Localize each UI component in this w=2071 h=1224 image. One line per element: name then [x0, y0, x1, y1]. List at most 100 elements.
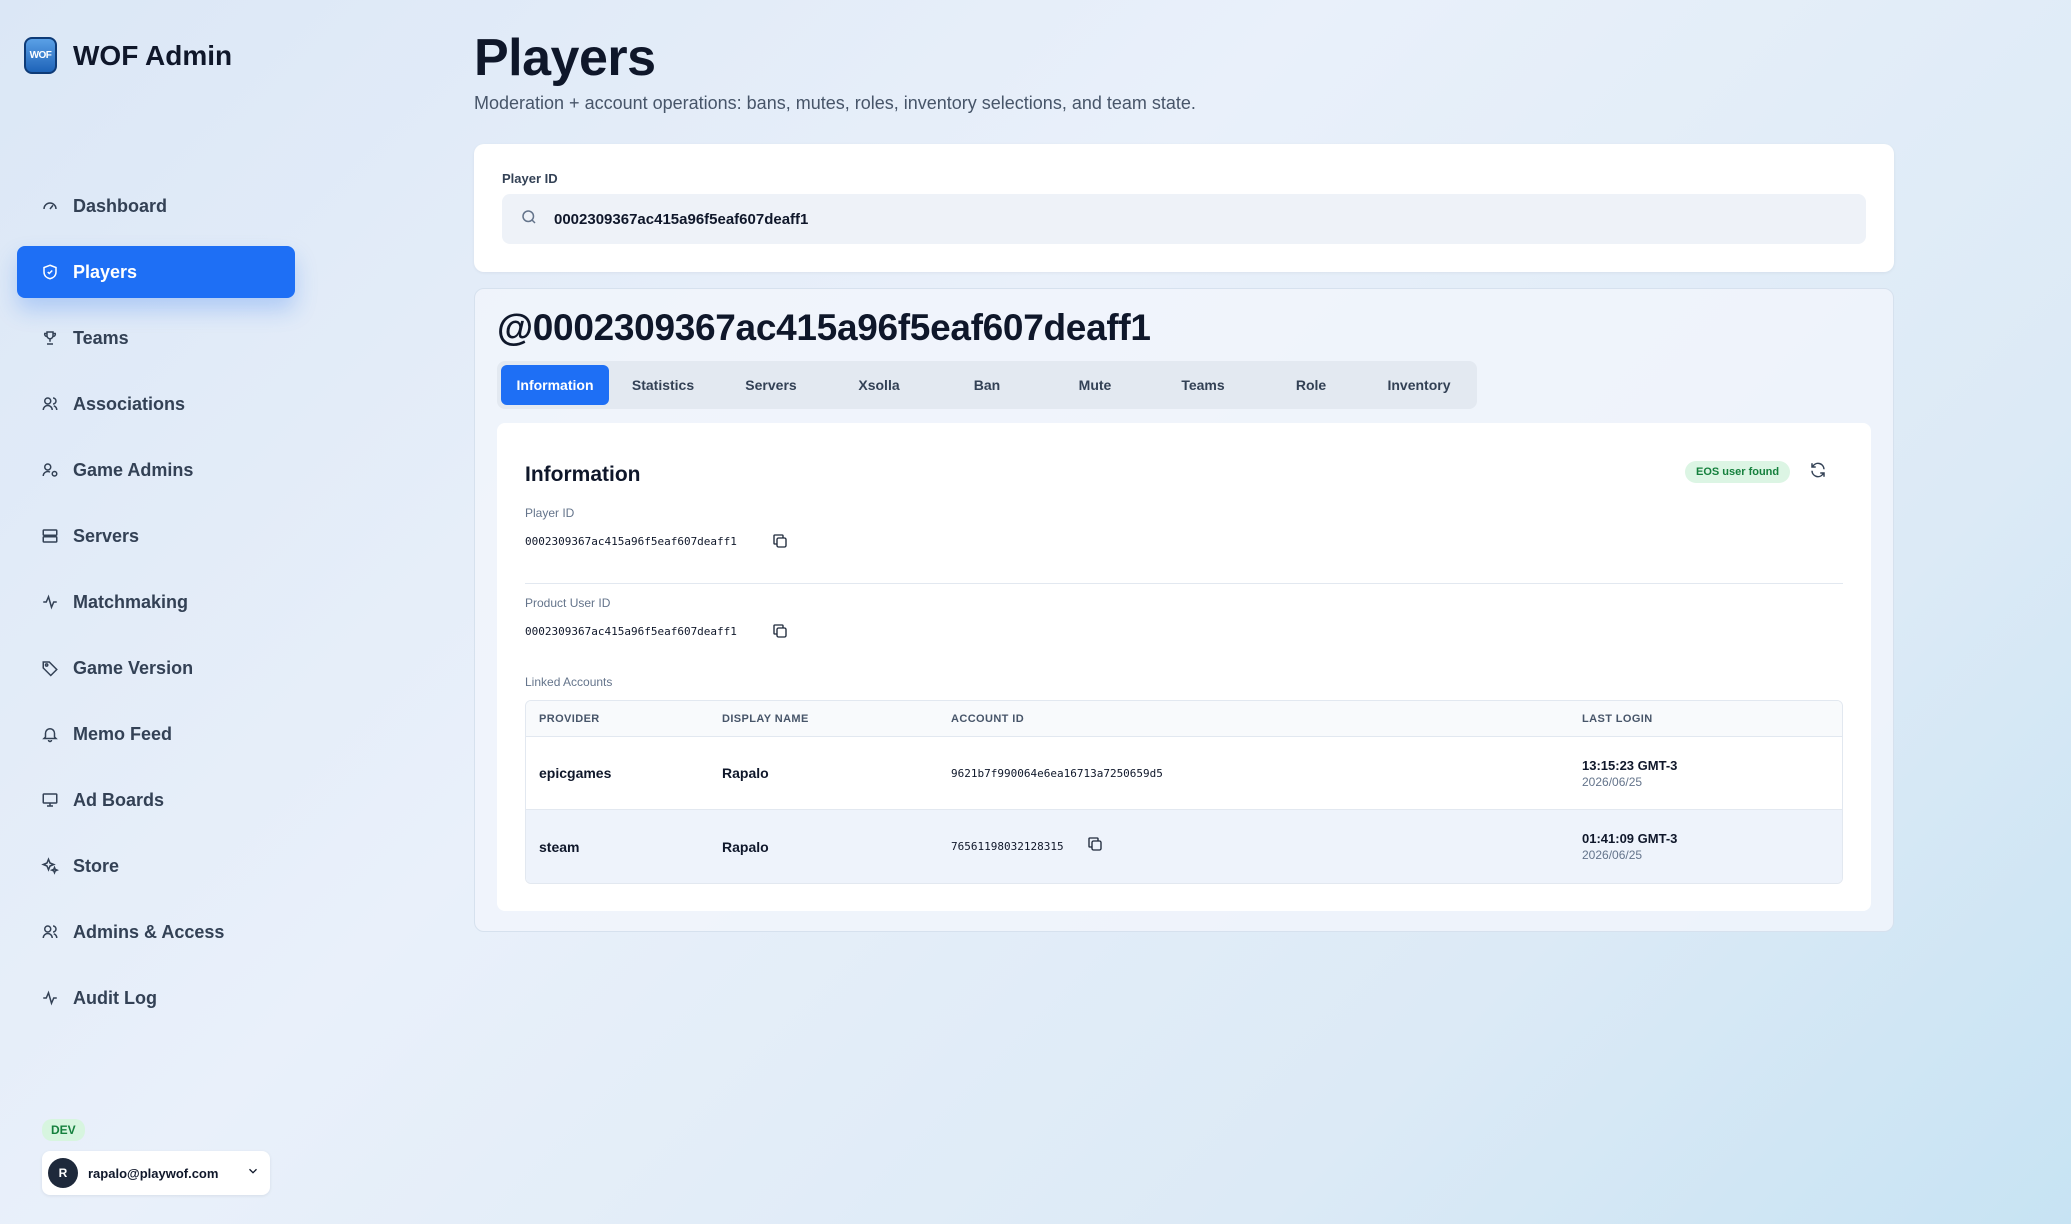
- users-icon: [41, 395, 59, 413]
- brand[interactable]: WOF WOF Admin: [24, 37, 232, 74]
- sidebar-item-label: Servers: [73, 525, 140, 546]
- sidebar-item-label: Memo Feed: [73, 723, 173, 744]
- tab-mute[interactable]: Mute: [1041, 365, 1149, 405]
- status-badge: EOS user found: [1685, 461, 1791, 483]
- tab-role[interactable]: Role: [1257, 365, 1365, 405]
- refresh-icon[interactable]: [1809, 461, 1831, 483]
- monitor-icon: [41, 791, 59, 809]
- sidebar-item-label: Store: [73, 855, 120, 876]
- player-id-search-input[interactable]: 0002309367ac415a96f5eaf607deaff1: [502, 194, 1866, 244]
- search-card: Player ID 0002309367ac415a96f5eaf607deaf…: [474, 144, 1894, 272]
- display-name-cell: Rapalo: [722, 838, 769, 855]
- sidebar-nav: Dashboard Players Teams Associations Game Ad…: [17, 180, 295, 1038]
- page-title: Players: [474, 29, 656, 87]
- column-header: ACCOUNT ID: [951, 712, 1025, 725]
- sidebar-item-memo-feed[interactable]: Memo Feed: [17, 708, 295, 760]
- sidebar-item-servers[interactable]: Servers: [17, 510, 295, 562]
- user-email: rapalo@playwof.com: [88, 1165, 219, 1181]
- last-login-cell: 01:41:09 GMT-3 2026/06/25: [1582, 831, 1842, 862]
- gauge-icon: [41, 197, 59, 215]
- shield-icon: [41, 263, 59, 281]
- provider-cell: epicgames: [539, 765, 612, 781]
- activity-icon: [41, 989, 59, 1007]
- last-login-cell: 13:15:23 GMT-3 2026/06/25: [1582, 758, 1842, 789]
- player-id-value: 0002309367ac415a96f5eaf607deaff1: [525, 535, 737, 548]
- user-cog-icon: [41, 461, 59, 479]
- player-handle: @0002309367ac415a96f5eaf607deaff1: [497, 307, 1151, 348]
- account-id-cell: 9621b7f990064e6ea16713a7250659d5: [951, 767, 1582, 780]
- tab-inventory[interactable]: Inventory: [1365, 365, 1473, 405]
- product-user-id-label: Product User ID: [525, 596, 611, 610]
- wof-logo-icon: WOF: [24, 37, 57, 74]
- sidebar-item-label: Audit Log: [73, 987, 157, 1008]
- sidebar-item-label: Associations: [73, 393, 186, 414]
- login-time: 13:15:23 GMT-3: [1582, 757, 1678, 773]
- sidebar-item-game-version[interactable]: Game Version: [17, 642, 295, 694]
- login-date: 2026/06/25: [1582, 774, 1643, 789]
- account-id-cell: 76561198032128315: [951, 835, 1582, 858]
- linked-accounts-label: Linked Accounts: [525, 675, 613, 689]
- login-time: 01:41:09 GMT-3: [1582, 831, 1678, 846]
- provider-cell: steam: [539, 838, 580, 855]
- sidebar-item-audit-log[interactable]: Audit Log: [17, 972, 295, 1024]
- avatar: R: [48, 1158, 78, 1188]
- sidebar-item-game-admins[interactable]: Game Admins: [17, 444, 295, 496]
- env-badge: DEV: [42, 1119, 85, 1141]
- sidebar-item-label: Players: [73, 261, 138, 282]
- table-row: steam Rapalo 76561198032128315 01:41:09 GMT…: [526, 810, 1842, 883]
- column-header: LAST LOGIN: [1582, 712, 1653, 725]
- users-icon: [41, 923, 59, 941]
- sidebar-item-associations[interactable]: Associations: [17, 378, 295, 430]
- information-panel: Information EOS user found Player ID 000…: [497, 423, 1871, 911]
- chevron-down-icon: [246, 1164, 260, 1183]
- copy-icon[interactable]: [1086, 835, 1104, 858]
- account-id-value: 76561198032128315: [951, 840, 1064, 853]
- sidebar: WOF WOF Admin Dashboard Players Teams Assoc…: [0, 0, 310, 1224]
- column-header: PROVIDER: [539, 712, 600, 725]
- tab-servers[interactable]: Servers: [717, 365, 825, 405]
- copy-icon[interactable]: [771, 532, 791, 552]
- trophy-icon: [41, 329, 59, 347]
- table-row: epicgames Rapalo 9621b7f990064e6ea16713a72…: [526, 737, 1842, 810]
- tab-teams[interactable]: Teams: [1149, 365, 1257, 405]
- sidebar-item-store[interactable]: Store: [17, 840, 295, 892]
- sidebar-item-admins-access[interactable]: Admins & Access: [17, 906, 295, 958]
- sidebar-item-teams[interactable]: Teams: [17, 312, 295, 364]
- sidebar-item-dashboard[interactable]: Dashboard: [17, 180, 295, 232]
- tab-statistics[interactable]: Statistics: [609, 365, 717, 405]
- linked-accounts-table: PROVIDER DISPLAY NAME ACCOUNT ID LAST LO…: [525, 700, 1843, 884]
- player-card: @0002309367ac415a96f5eaf607deaff1 Inform…: [474, 288, 1894, 932]
- search-value[interactable]: 0002309367ac415a96f5eaf607deaff1: [554, 211, 808, 228]
- server-icon: [41, 527, 59, 545]
- tab-ban[interactable]: Ban: [933, 365, 1041, 405]
- display-name-cell: Rapalo: [722, 765, 769, 781]
- tag-icon: [41, 659, 59, 677]
- player-id-label: Player ID: [525, 506, 575, 520]
- sidebar-item-label: Teams: [73, 327, 129, 348]
- sidebar-item-players[interactable]: Players: [17, 246, 295, 298]
- information-title: Information: [525, 463, 641, 486]
- bell-icon: [41, 725, 59, 743]
- player-tabs: Information Statistics Servers Xsolla Ban Mut…: [497, 361, 1477, 409]
- login-date: 2026/06/25: [1582, 848, 1643, 862]
- sidebar-item-label: Admins & Access: [73, 921, 225, 942]
- column-header: DISPLAY NAME: [722, 712, 809, 725]
- account-id-value: 9621b7f990064e6ea16713a7250659d5: [951, 766, 1163, 780]
- tab-information[interactable]: Information: [501, 365, 609, 405]
- sidebar-item-label: Game Version: [73, 657, 194, 678]
- product-user-id-value: 0002309367ac415a96f5eaf607deaff1: [525, 625, 737, 638]
- sidebar-item-label: Ad Boards: [73, 789, 165, 810]
- search-icon: [520, 208, 538, 231]
- sparkles-icon: [41, 857, 59, 875]
- tab-xsolla[interactable]: Xsolla: [825, 365, 933, 405]
- sidebar-item-label: Matchmaking: [73, 591, 189, 612]
- sidebar-item-matchmaking[interactable]: Matchmaking: [17, 576, 295, 628]
- app-title: WOF Admin: [73, 39, 233, 71]
- user-menu[interactable]: R rapalo@playwof.com: [42, 1151, 270, 1195]
- copy-icon[interactable]: [771, 622, 791, 642]
- sidebar-item-label: Game Admins: [73, 459, 194, 480]
- divider: [525, 583, 1843, 584]
- sidebar-item-ad-boards[interactable]: Ad Boards: [17, 774, 295, 826]
- table-header: PROVIDER DISPLAY NAME ACCOUNT ID LAST LO…: [526, 701, 1842, 737]
- page-subtitle: Moderation + account operations: bans, m…: [474, 93, 1196, 113]
